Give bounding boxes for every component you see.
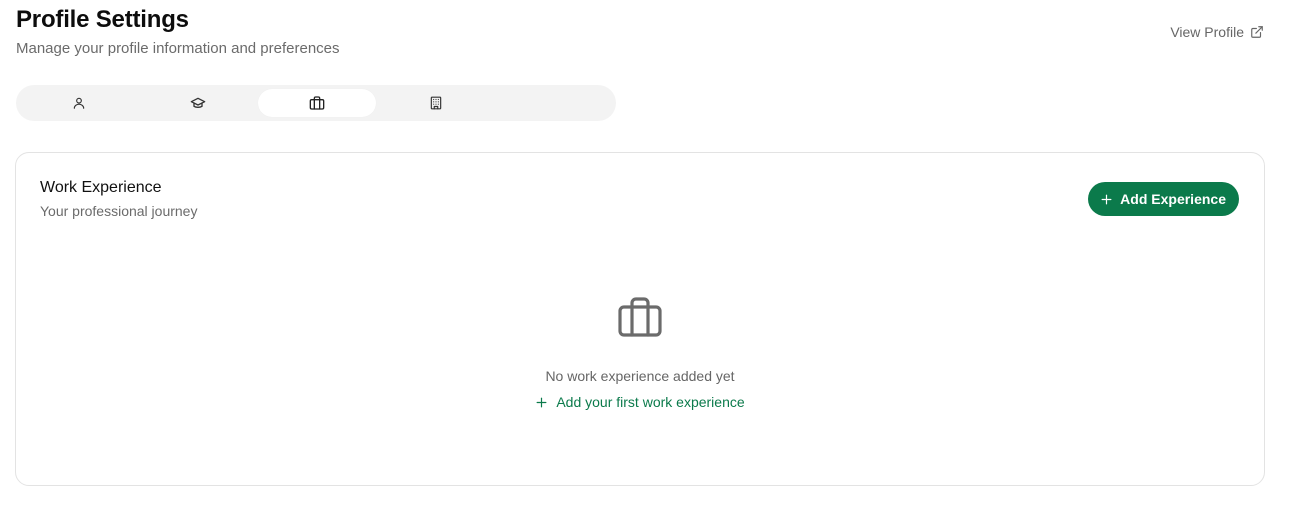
briefcase-icon	[309, 95, 325, 111]
page-subtitle: Manage your profile information and pref…	[16, 40, 340, 57]
plus-icon	[1100, 193, 1113, 206]
tab-personal[interactable]	[20, 89, 138, 117]
profile-settings-page: Profile Settings Manage your profile inf…	[0, 0, 1293, 525]
user-icon	[72, 96, 86, 110]
view-profile-label: View Profile	[1170, 24, 1244, 40]
add-experience-button[interactable]: Add Experience	[1088, 182, 1239, 216]
external-link-icon	[1250, 25, 1264, 39]
page-title: Profile Settings	[16, 6, 189, 33]
plus-icon	[535, 396, 548, 409]
empty-state-text: No work experience added yet	[545, 368, 735, 384]
building-icon	[429, 96, 443, 110]
tab-experience[interactable]	[258, 89, 376, 117]
add-first-experience-label: Add your first work experience	[556, 394, 745, 410]
section-title: Work Experience	[40, 179, 162, 196]
tab-education[interactable]	[139, 89, 257, 117]
add-experience-label: Add Experience	[1120, 191, 1226, 207]
work-experience-card: Work Experience Your professional journe…	[15, 152, 1265, 486]
empty-state: No work experience added yet Add your fi…	[16, 293, 1264, 410]
section-subtitle: Your professional journey	[40, 203, 198, 219]
tab-company[interactable]	[377, 89, 495, 117]
add-first-experience-link[interactable]: Add your first work experience	[535, 394, 745, 410]
graduation-cap-icon	[190, 95, 206, 111]
profile-tabs	[16, 85, 616, 121]
view-profile-link[interactable]: View Profile	[1170, 24, 1264, 40]
briefcase-icon	[616, 293, 664, 346]
